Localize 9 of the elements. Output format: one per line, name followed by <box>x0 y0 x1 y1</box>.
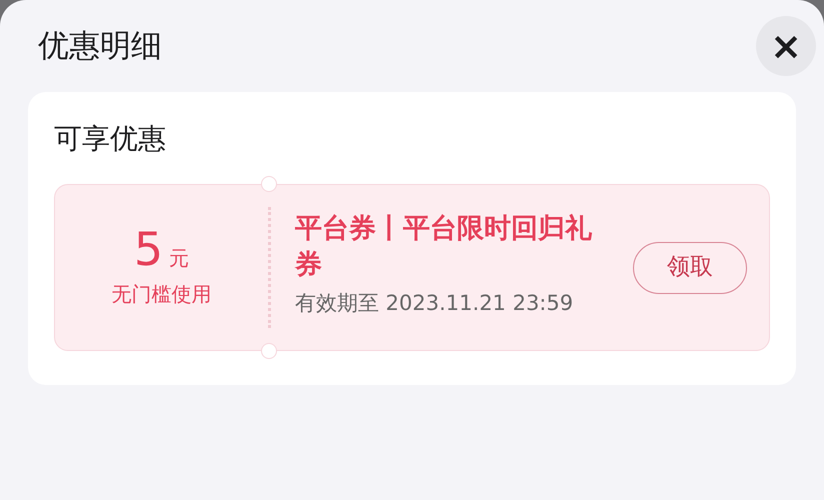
close-button[interactable]: × <box>756 16 816 76</box>
coupon-title: 平台券丨平台限时回归礼券 <box>295 212 593 282</box>
claim-button[interactable]: 领取 <box>633 242 747 294</box>
validity-date: 有效期至 2023.11.21 23:59 <box>295 290 574 317</box>
coupon-condition: 无门槛使用 <box>112 281 212 308</box>
sheet-title: 优惠明细 <box>37 26 162 66</box>
currency-unit: 元 <box>169 245 190 272</box>
coupon-amount: 5 <box>134 226 164 272</box>
section-title: 可享优惠 <box>54 121 167 157</box>
